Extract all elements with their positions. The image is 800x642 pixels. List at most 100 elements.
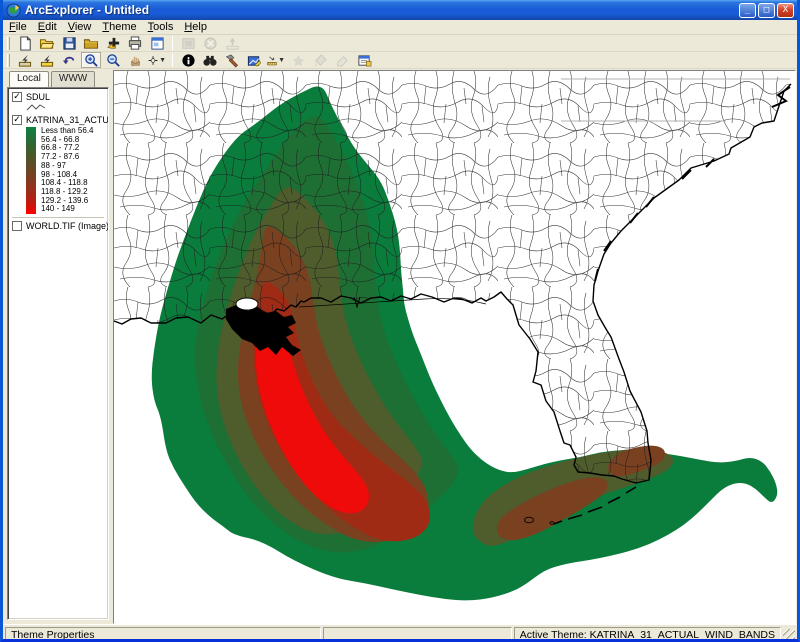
geocode-icon [246, 53, 262, 68]
zoom-active-theme-button[interactable] [37, 52, 57, 68]
class-ramp: Less than 56.4 56.4 - 66.8 66.8 - 77.2 7… [26, 127, 106, 214]
tools-toolbar: ▼ ▼ [3, 52, 797, 69]
add-theme-button[interactable] [103, 35, 123, 51]
zoom-in-icon [84, 53, 99, 68]
back-arrow-icon [62, 53, 77, 68]
save-floppy-icon [62, 36, 77, 51]
resize-grip[interactable] [783, 629, 795, 641]
add-theme-plus-icon [106, 36, 121, 51]
map-canvas[interactable] [114, 71, 796, 624]
layer-name: WORLD.TIF (Image) [26, 221, 109, 231]
hammer-icon [224, 53, 240, 68]
zoom-out-button[interactable] [103, 52, 123, 68]
paint-bucket-icon [313, 53, 328, 68]
export-tray-icon [225, 36, 240, 51]
title-bar[interactable]: ArcExplorer - Untitled _ □ X [3, 0, 797, 20]
binoculars-icon [202, 53, 218, 68]
new-map-button[interactable] [15, 35, 35, 51]
buffer-icon [291, 53, 306, 68]
theme-properties-button[interactable] [354, 52, 374, 68]
zoom-full-extent-icon [17, 53, 33, 68]
eraser-icon [335, 53, 350, 68]
catalog-tabs: Local WWW [9, 71, 112, 87]
polyline-symbol-icon [26, 103, 48, 112]
layer-worldtif-checkbox[interactable] [12, 221, 22, 231]
theme-properties-icon [357, 53, 372, 68]
measure-ruler-icon [267, 53, 277, 68]
chevron-down-icon: ▼ [278, 57, 285, 64]
layer-sdul-checkbox[interactable]: ✓ [12, 92, 22, 102]
closed-folder-icon [83, 36, 99, 51]
catalog-button-disabled [178, 35, 198, 51]
query-builder-button[interactable] [222, 52, 242, 68]
lake-pontchartrain [236, 298, 258, 310]
application-window: ArcExplorer - Untitled _ □ X File Edit Vie… [0, 0, 800, 642]
layer-katrina[interactable]: ✓ KATRINA_31_ACTUAL_V [12, 115, 106, 125]
select-button-disabled [310, 52, 330, 68]
menu-item-help[interactable]: Help [184, 21, 207, 33]
chevron-down-icon: ▼ [159, 57, 166, 64]
info-icon [181, 53, 196, 68]
find-button[interactable] [200, 52, 220, 68]
arcexplorer-logo-icon [6, 3, 21, 18]
toolbar-separator [172, 53, 173, 67]
standard-toolbar [3, 35, 797, 52]
tab-local[interactable]: Local [9, 71, 49, 87]
buffer-button-disabled [288, 52, 308, 68]
menu-item-view[interactable]: View [68, 21, 92, 33]
menu-item-file[interactable]: File [9, 21, 27, 33]
identify-pointer-button[interactable]: ▼ [147, 52, 167, 68]
remove-button-disabled [200, 35, 220, 51]
menu-item-edit[interactable]: Edit [38, 21, 57, 33]
close-button[interactable]: X [777, 3, 794, 18]
divider [12, 217, 104, 218]
content-area: Local WWW ✓ SDUL ✓ KATRINA_31_ACTUAL_V [3, 69, 797, 624]
zoom-in-button[interactable] [81, 52, 101, 68]
toolbar-separator [172, 36, 173, 50]
open-folder-icon [39, 36, 55, 51]
measure-button[interactable]: ▼ [266, 52, 286, 68]
table-of-contents: Local WWW ✓ SDUL ✓ KATRINA_31_ACTUAL_V [3, 69, 112, 624]
crosshair-icon [148, 53, 158, 68]
printer-icon [127, 36, 143, 51]
tab-www[interactable]: WWW [51, 71, 95, 87]
info-button[interactable] [178, 52, 198, 68]
layer-sdul[interactable]: ✓ SDUL [12, 92, 106, 102]
print-button[interactable] [125, 35, 145, 51]
layer-name: SDUL [26, 92, 50, 102]
color-ramp [26, 127, 36, 214]
pan-button[interactable] [125, 52, 145, 68]
zoom-full-extent-button[interactable] [15, 52, 35, 68]
map-properties-button[interactable] [147, 35, 167, 51]
toolbar-grip[interactable] [7, 37, 10, 50]
layer-name: KATRINA_31_ACTUAL_V [26, 115, 109, 125]
layer-worldtif[interactable]: WORLD.TIF (Image) [12, 221, 106, 231]
legend-panel: ✓ SDUL ✓ KATRINA_31_ACTUAL_V Less than 5… [7, 87, 109, 620]
zoom-active-theme-icon [39, 53, 55, 68]
save-project-button[interactable] [59, 35, 79, 51]
map-pane [113, 70, 796, 624]
open-folder-button[interactable] [81, 35, 101, 51]
pan-hand-icon [128, 53, 143, 68]
status-bar: Theme Properties Active Theme: KATRINA_3… [3, 624, 797, 642]
map-window-icon [150, 36, 165, 51]
active-theme-status: Active Theme: KATRINA_31_ACTUAL_WIND_BAN… [514, 627, 781, 642]
maximize-button[interactable]: □ [758, 3, 775, 18]
remove-x-icon [203, 36, 218, 51]
class-label: 140 - 149 [41, 205, 93, 214]
window-title: ArcExplorer - Untitled [25, 3, 737, 17]
menu-item-tools[interactable]: Tools [148, 21, 174, 33]
toolbar-grip[interactable] [7, 54, 10, 67]
menu-bar: File Edit View Theme Tools Help [3, 20, 797, 35]
back-extent-button[interactable] [59, 52, 79, 68]
status-message: Theme Properties [5, 627, 321, 642]
geocode-button[interactable] [244, 52, 264, 68]
class-labels: Less than 56.4 56.4 - 66.8 66.8 - 77.2 7… [41, 127, 93, 214]
zoom-out-icon [106, 53, 121, 68]
clear-button-disabled [332, 52, 352, 68]
menu-item-theme[interactable]: Theme [102, 21, 136, 33]
layer-katrina-checkbox[interactable]: ✓ [12, 115, 22, 125]
minimize-button[interactable]: _ [739, 3, 756, 18]
export-button-disabled [222, 35, 242, 51]
open-project-button[interactable] [37, 35, 57, 51]
